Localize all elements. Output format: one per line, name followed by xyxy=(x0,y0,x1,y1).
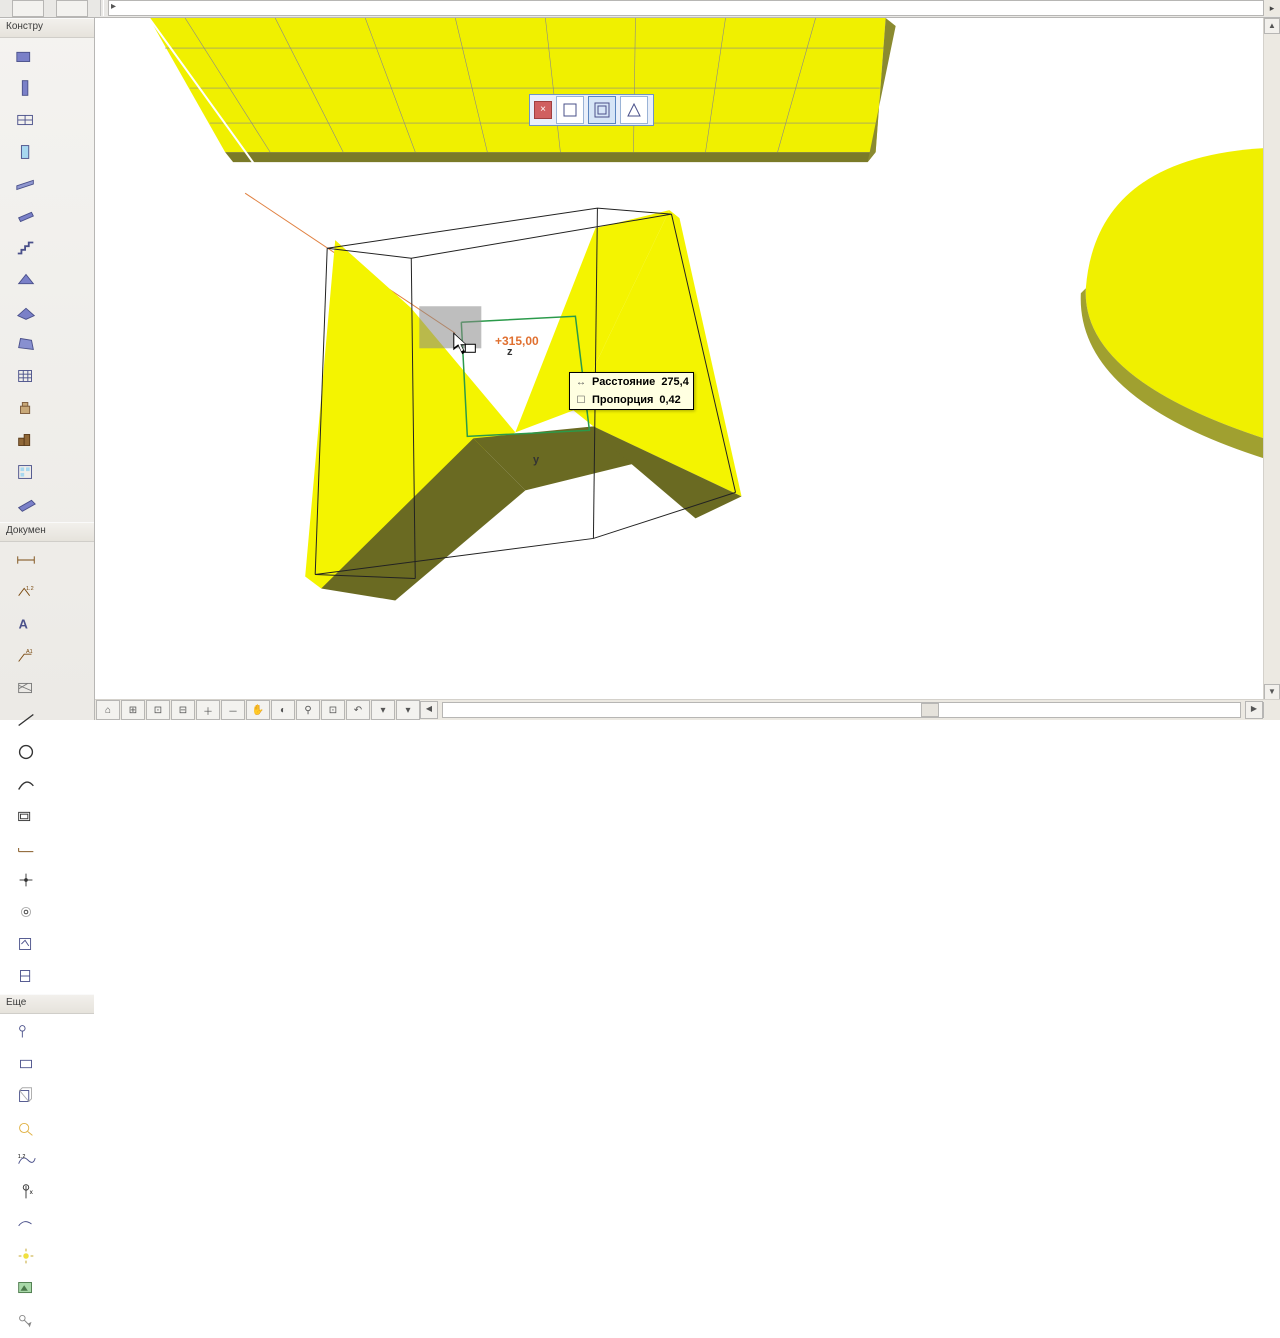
proportion-label: Пропорция xyxy=(592,394,653,406)
distance-icon: ↔ xyxy=(574,375,588,389)
line-tool[interactable] xyxy=(5,705,47,735)
stretch-mode-3[interactable] xyxy=(620,96,648,124)
figure-tool[interactable] xyxy=(5,897,47,927)
level-dim-tool[interactable]: 1.2 xyxy=(5,577,47,607)
beam-tool[interactable] xyxy=(5,169,47,199)
stretch-mode-2[interactable] xyxy=(588,96,616,124)
svg-text:1.2: 1.2 xyxy=(18,1154,26,1160)
detail-tool[interactable] xyxy=(5,1113,47,1143)
nav-zoom-in[interactable]: ＋ xyxy=(196,700,220,720)
wall-tool[interactable] xyxy=(5,41,47,71)
object-tool[interactable] xyxy=(5,393,47,423)
column-tool[interactable] xyxy=(5,73,47,103)
curtainwall-tool[interactable] xyxy=(5,457,47,487)
section-tool[interactable] xyxy=(5,961,47,991)
dropdown-icon[interactable]: ▸ xyxy=(111,1,116,12)
scene xyxy=(95,18,1264,681)
tracker-tooltip: ↔ Расстояние 275,4 ☐ Пропорция 0,42 xyxy=(569,372,694,410)
roof-tool[interactable] xyxy=(5,265,47,295)
window-tool[interactable] xyxy=(5,105,47,135)
nav-more-2[interactable]: ▾ xyxy=(396,700,420,720)
proportion-icon: ☐ xyxy=(574,393,588,407)
nav-zoom-window[interactable]: ⊡ xyxy=(146,700,170,720)
vertical-scrollbar[interactable]: ▲ ▼ xyxy=(1263,18,1280,700)
distance-label: Расстояние xyxy=(592,376,655,388)
group-more: Еще xyxy=(0,994,94,1014)
elevation-tool[interactable] xyxy=(5,1017,47,1047)
3d-viewport[interactable]: +315,00 z y × ↔ Расстояние 275,4 ☐ Пропо… xyxy=(95,18,1280,700)
camera-tool[interactable] xyxy=(5,1209,47,1239)
nav-orbit[interactable]: ◐ xyxy=(271,700,295,720)
corner-grip xyxy=(1263,702,1280,718)
drawing-tool[interactable] xyxy=(5,929,47,959)
dimension-tool[interactable] xyxy=(5,545,47,575)
pet-palette[interactable]: × xyxy=(529,94,654,126)
dimension-readout: +315,00 xyxy=(495,334,539,348)
hotspot-tool[interactable] xyxy=(5,865,47,895)
cursor-mode-button[interactable] xyxy=(12,0,44,17)
toolbox: Констру Докумен 1.2 A A1 xyxy=(0,18,95,720)
horizontal-scrollbar[interactable] xyxy=(442,702,1241,718)
svg-text:1.2: 1.2 xyxy=(26,586,34,592)
stretch-mode-1[interactable] xyxy=(556,96,584,124)
worksheet-tool[interactable] xyxy=(5,1081,47,1111)
arc-tool[interactable] xyxy=(5,769,47,799)
nav-more-1[interactable]: ▾ xyxy=(371,700,395,720)
polyline-tool[interactable] xyxy=(5,801,47,831)
zone-tool[interactable] xyxy=(5,425,47,455)
marquee-mode-button[interactable] xyxy=(56,0,88,17)
fill-tool[interactable] xyxy=(5,673,47,703)
picture-tool[interactable] xyxy=(5,1273,47,1303)
render-tool[interactable] xyxy=(5,1305,47,1335)
group-document: Докумен xyxy=(0,522,94,542)
hscroll-right-icon[interactable]: ▶ xyxy=(1245,701,1263,719)
info-bar: ▸ xyxy=(108,0,1264,16)
shell-tool[interactable] xyxy=(5,297,47,327)
nav-prev[interactable]: ↶ xyxy=(346,700,370,720)
svg-text:A: A xyxy=(19,617,28,632)
separator xyxy=(100,0,104,16)
close-icon[interactable]: × xyxy=(534,101,552,119)
grid-tool[interactable]: x xyxy=(5,1177,47,1207)
stair-tool[interactable] xyxy=(5,233,47,263)
nav-explore[interactable]: ⊡ xyxy=(321,700,345,720)
door-tool[interactable] xyxy=(5,137,47,167)
label-tool[interactable]: A1 xyxy=(5,641,47,671)
proportion-value: 0,42 xyxy=(659,394,680,406)
axis-z-label: z xyxy=(507,346,513,358)
scroll-down-icon[interactable]: ▼ xyxy=(1264,684,1280,700)
lamp-tool[interactable] xyxy=(5,489,47,519)
nav-home[interactable]: ⌂ xyxy=(96,700,120,720)
text-tool[interactable]: A xyxy=(5,609,47,639)
circle-tool[interactable] xyxy=(5,737,47,767)
navigator-bar: ⌂ ⊞ ⊡ ⊟ ＋ － ✋ ◐ ⚲ ⊡ ↶ ▾ ▾ ◀ ▶ xyxy=(95,699,1280,720)
hscroll-left-icon[interactable]: ◀ xyxy=(420,701,438,719)
slab-tool[interactable] xyxy=(5,201,47,231)
nav-fit[interactable]: ⊞ xyxy=(121,700,145,720)
nav-zoom-out[interactable]: － xyxy=(221,700,245,720)
scroll-up-icon[interactable]: ▲ xyxy=(1264,18,1280,34)
top-options-bar: ▸ ▸ xyxy=(0,0,1280,18)
spline-tool[interactable] xyxy=(5,833,47,863)
morph-tool[interactable] xyxy=(5,329,47,359)
nav-zoom-out-window[interactable]: ⊟ xyxy=(171,700,195,720)
distance-value: 275,4 xyxy=(661,376,689,388)
nav-walk[interactable]: ⚲ xyxy=(296,700,320,720)
axis-y-label: y xyxy=(533,454,539,466)
svg-text:x: x xyxy=(30,1189,34,1196)
mesh-tool[interactable] xyxy=(5,361,47,391)
group-construct: Констру xyxy=(0,18,94,38)
nav-pan[interactable]: ✋ xyxy=(246,700,270,720)
interior-elev-tool[interactable] xyxy=(5,1049,47,1079)
lamp2-tool[interactable] xyxy=(5,1241,47,1271)
svg-text:A1: A1 xyxy=(26,649,33,655)
change-tool[interactable]: 1.2 xyxy=(5,1145,47,1175)
scroll-right-icon[interactable]: ▸ xyxy=(1263,0,1280,16)
